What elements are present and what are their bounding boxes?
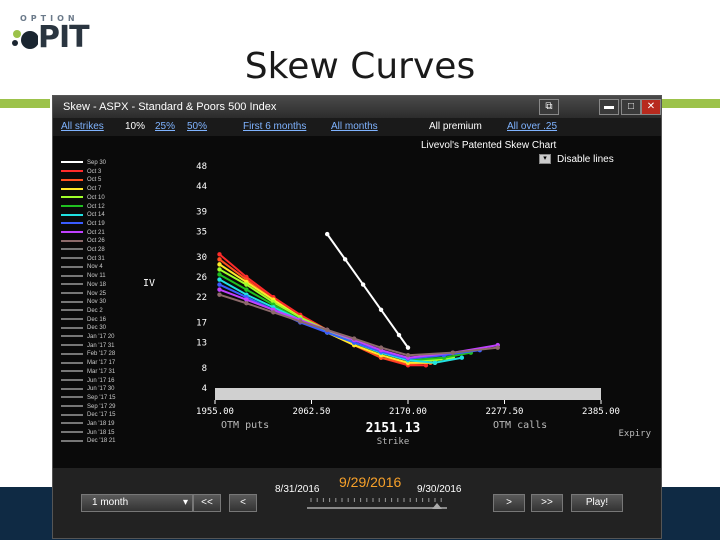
series-point: [244, 301, 249, 306]
series-point: [217, 257, 222, 262]
series-point: [342, 257, 348, 262]
series-point: [378, 307, 384, 312]
filter-bar: All strikes 10% 25% 50% First 6 months A…: [53, 118, 661, 136]
series-point: [271, 310, 276, 315]
skew-window: Skew - ASPX - Standard & Poors 500 Index…: [52, 95, 662, 539]
series-point: [298, 319, 303, 324]
end-date: 9/30/2016: [417, 484, 462, 495]
y-axis-label: IV: [143, 278, 155, 289]
x-tick-label: 2277.50: [486, 407, 524, 417]
x-tick-label: 2385.00: [582, 407, 620, 417]
next-fast-button[interactable]: >>: [531, 494, 563, 512]
x-tick-label: 2062.50: [293, 407, 331, 417]
series-line: [218, 258, 431, 365]
x-axis-band: [215, 388, 601, 400]
window-title: Skew - ASPX - Standard & Poors 500 Index: [63, 101, 277, 113]
y-tick-label: 44: [196, 182, 207, 192]
filter-all-months[interactable]: All months: [331, 118, 378, 136]
maximize-button[interactable]: □: [621, 99, 641, 115]
series-point: [378, 345, 384, 350]
playback-controls: 1 month ▾ << < 9/29/2016 8/31/2016 9/30/…: [53, 468, 661, 538]
accent-band-left: [0, 99, 50, 108]
chart-area: Sep 30 Oct 3 Oct 5 Oct 7 Oct 10 Oct 12 Oct 14 O…: [53, 136, 661, 468]
window-titlebar[interactable]: Skew - ASPX - Standard & Poors 500 Index…: [53, 96, 661, 118]
restore-button[interactable]: ⧉: [539, 99, 559, 115]
series-line: [218, 263, 435, 364]
filter-first-6-months[interactable]: First 6 months: [243, 118, 306, 136]
expiry-label: Expiry: [618, 429, 651, 439]
y-tick-label: 17: [196, 318, 207, 328]
otm-puts-label: OTM puts: [221, 420, 269, 431]
series-point: [244, 282, 249, 287]
otm-calls-label: OTM calls: [493, 420, 547, 431]
y-tick-label: 8: [202, 364, 207, 374]
y-tick-label: 4: [202, 384, 207, 394]
slider-handle[interactable]: [432, 503, 442, 509]
period-select[interactable]: 1 month ▾: [81, 494, 193, 512]
chevron-down-icon: ▾: [182, 497, 188, 508]
series-point: [495, 345, 500, 350]
x-tick-label: 1955.00: [196, 407, 234, 417]
filter-all-strikes[interactable]: All strikes: [61, 118, 104, 136]
minimize-button[interactable]: ▬: [599, 99, 619, 115]
y-tick-label: 30: [196, 253, 207, 263]
y-tick-label: 26: [196, 273, 207, 283]
series-line: [218, 278, 463, 364]
series-point: [405, 345, 411, 350]
slide-title: Skew Curves: [244, 46, 476, 87]
y-tick-label: 48: [196, 162, 207, 172]
play-button[interactable]: Play!: [571, 494, 623, 512]
y-tick-label: 13: [196, 339, 207, 349]
filter-25-percent[interactable]: 25%: [155, 118, 175, 136]
filter-all-premium[interactable]: All premium: [429, 118, 482, 136]
series-point: [351, 336, 357, 341]
series-point: [396, 332, 402, 338]
filter-50-percent[interactable]: 50%: [187, 118, 207, 136]
y-tick-label: 39: [196, 207, 207, 217]
x-tick-label: 2170.00: [389, 407, 427, 417]
series-point: [325, 231, 330, 237]
accent-band-right: [660, 99, 720, 108]
series-point: [432, 360, 438, 365]
series-line: [218, 253, 426, 367]
y-tick-label: 22: [196, 293, 207, 303]
period-select-value: 1 month: [92, 497, 129, 508]
current-date: 9/29/2016: [339, 474, 402, 490]
y-tick-label: 35: [196, 228, 207, 238]
series-point: [244, 287, 249, 292]
series-point: [217, 292, 222, 297]
series-point: [217, 282, 222, 287]
series-point: [217, 287, 222, 292]
current-price-label: 2151.13: [366, 421, 421, 436]
series-point: [217, 272, 222, 277]
series-point: [360, 282, 366, 287]
prev-button[interactable]: <: [229, 494, 257, 512]
skew-plot: 48 44 39 35 30 26 22 17 13 8 4 IV 1955.00 2062.50 2170…: [143, 162, 652, 447]
series-point: [217, 252, 222, 257]
series-point: [405, 353, 411, 358]
series-point: [459, 355, 465, 360]
series-point: [217, 267, 222, 272]
series-line: [326, 233, 409, 349]
close-button[interactable]: ✕: [641, 99, 661, 115]
filter-10-percent[interactable]: 10%: [125, 118, 145, 136]
series-point: [217, 277, 222, 282]
date-slider[interactable]: [307, 496, 447, 512]
x-axis-label: Strike: [377, 437, 410, 447]
filter-all-over-25[interactable]: All over .25: [507, 118, 557, 136]
next-button[interactable]: >: [493, 494, 525, 512]
prev-fast-button[interactable]: <<: [193, 494, 221, 512]
start-date: 8/31/2016: [275, 484, 320, 495]
series-point: [450, 350, 456, 355]
series-point: [217, 262, 222, 267]
series-point: [325, 327, 330, 333]
